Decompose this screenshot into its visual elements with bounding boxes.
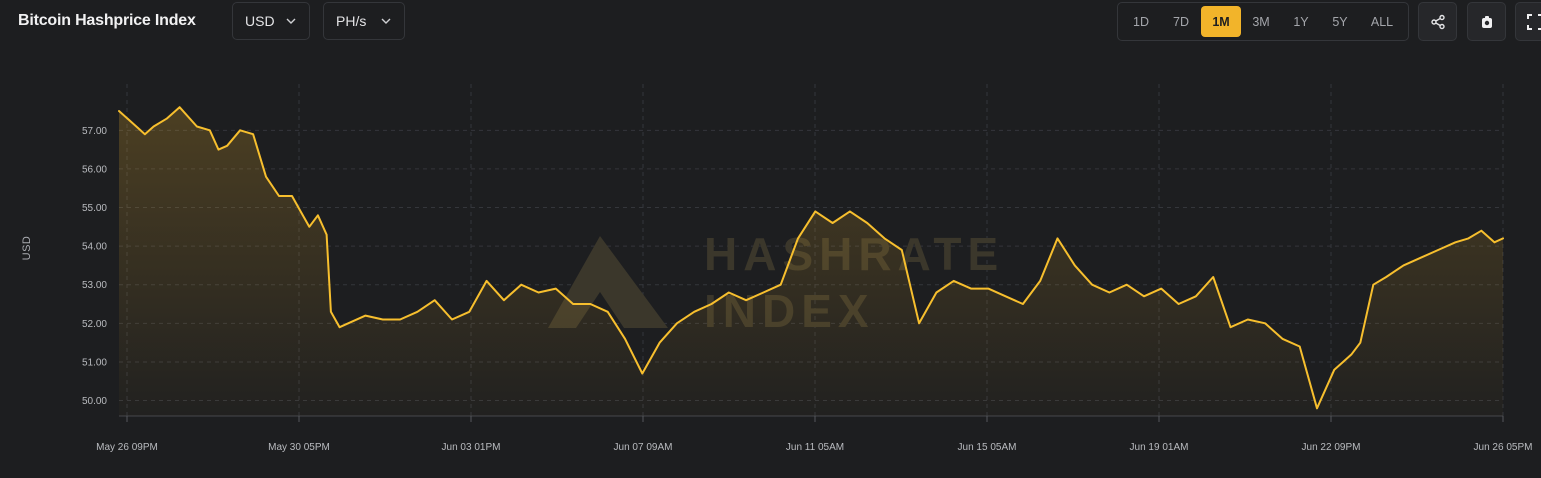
y-tick-label: 52.00 — [82, 319, 107, 330]
x-tick-label: Jun 15 05AM — [958, 442, 1017, 453]
y-tick-label: 53.00 — [82, 280, 107, 291]
x-tick-label: Jun 19 01AM — [1130, 442, 1189, 453]
x-tick-label: Jun 07 09AM — [614, 442, 673, 453]
hashprice-chart[interactable]: HASHRATE INDEX 57.0056.0055.0054.0053.00… — [0, 0, 1541, 478]
y-tick-label: 56.00 — [82, 164, 107, 175]
x-tick-label: Jun 22 09PM — [1302, 442, 1361, 453]
x-tick-label: May 30 05PM — [268, 442, 330, 453]
y-tick-label: 55.00 — [82, 203, 107, 214]
x-tick-label: Jun 26 05PM — [1474, 442, 1533, 453]
x-tick-label: May 26 09PM — [96, 442, 158, 453]
y-tick-label: 54.00 — [82, 242, 107, 253]
series-area — [119, 107, 1503, 416]
y-axis-label: USD — [21, 236, 33, 261]
x-tick-label: Jun 03 01PM — [442, 442, 501, 453]
x-tick-label: Jun 11 05AM — [786, 442, 844, 453]
y-tick-label: 57.00 — [82, 126, 107, 137]
y-tick-label: 51.00 — [82, 357, 107, 368]
y-tick-label: 50.00 — [82, 396, 107, 407]
